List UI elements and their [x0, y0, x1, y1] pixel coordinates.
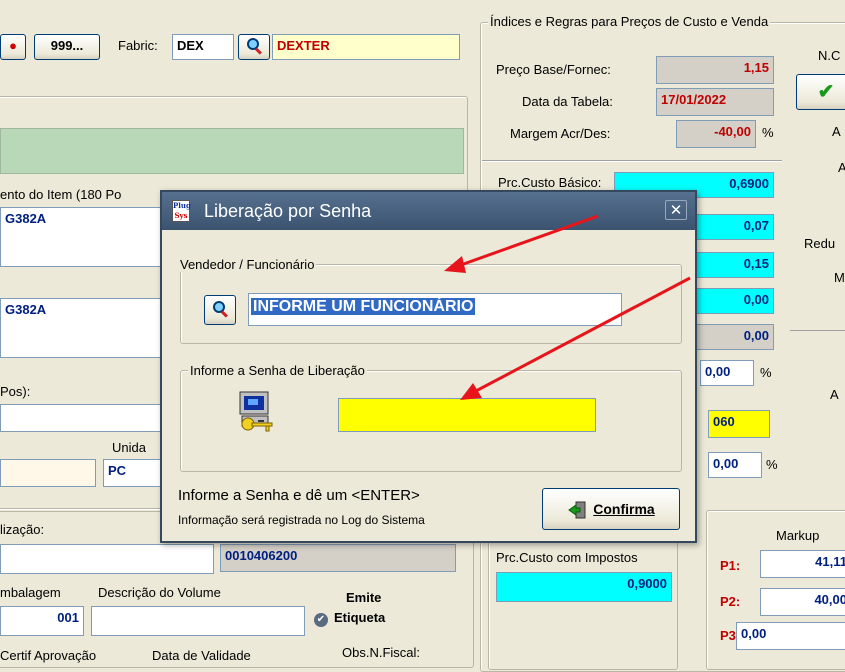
- price-field-4[interactable]: 0,00: [690, 324, 774, 350]
- pos-field[interactable]: [0, 404, 170, 432]
- unidade-field[interactable]: PC: [103, 459, 163, 487]
- volume-description-label: Descrição do Volume: [98, 585, 221, 600]
- volume-description-field[interactable]: [91, 606, 305, 636]
- app-logo: Plug Sys: [172, 200, 191, 222]
- item-code-field-1[interactable]: G382A: [0, 207, 170, 267]
- close-icon: ✕: [669, 201, 683, 219]
- confirm-button-label: Confirma: [593, 501, 655, 517]
- p1-field[interactable]: 41,11: [760, 550, 845, 578]
- fabric-label: Fabric:: [118, 38, 158, 53]
- search-icon: [247, 38, 262, 55]
- right-label-a1: A: [832, 124, 841, 139]
- fabric-search-button[interactable]: [238, 34, 270, 60]
- right-label-a2: A: [838, 160, 845, 175]
- data-tabela-field[interactable]: 17/01/2022: [656, 88, 774, 116]
- p2-label: P2:: [720, 594, 741, 609]
- data-tabela-label: Data da Tabela:: [522, 94, 613, 109]
- margem-field[interactable]: -40,00: [676, 120, 756, 148]
- price-field-3[interactable]: 0,00: [690, 288, 774, 314]
- localizacao-code-field[interactable]: 0010406200: [220, 544, 456, 572]
- enter-hint: Informe a Senha e dê um <ENTER>: [178, 487, 420, 504]
- left-small-field[interactable]: [0, 459, 96, 487]
- price-field-1[interactable]: 0,07: [690, 214, 774, 240]
- localizacao-input[interactable]: [0, 544, 214, 574]
- funcionario-field[interactable]: INFORME UM FUNCIONÁRIO: [248, 293, 622, 326]
- p3-field[interactable]: 0,00: [736, 622, 845, 650]
- confirm-check-button[interactable]: ✔: [796, 74, 845, 110]
- embalagem-field[interactable]: 001: [0, 606, 84, 636]
- unidade-label: Unida: [112, 440, 146, 455]
- price-field-7[interactable]: 0,00: [708, 452, 762, 478]
- lookup-button[interactable]: ●: [0, 34, 26, 60]
- search-icon: [213, 301, 228, 318]
- custo-basico-label: Prc.Custo Básico:: [498, 175, 602, 190]
- description-memo[interactable]: [0, 128, 464, 174]
- price-rules-title: Índices e Regras para Preços de Custo e …: [488, 14, 771, 29]
- funcionario-search-button[interactable]: [204, 295, 236, 325]
- preco-base-label: Preço Base/Fornec:: [496, 62, 611, 77]
- vendedor-group-label: Vendedor / Funcionário: [178, 257, 317, 272]
- fabric-code-field[interactable]: DEX: [172, 34, 234, 60]
- senha-group-label: Informe a Senha de Liberação: [188, 363, 367, 378]
- right-label-m: M: [834, 270, 845, 285]
- emite-label: Emite: [346, 590, 382, 605]
- markup-label: Markup: [776, 528, 820, 543]
- price-field-6[interactable]: 060: [708, 410, 770, 438]
- computer-key-icon: [234, 388, 282, 436]
- dialog-title: Liberação por Senha: [204, 201, 372, 221]
- funcionario-field-value: INFORME UM FUNCIONÁRIO: [251, 298, 476, 315]
- logo-line-1: Plug: [173, 201, 191, 210]
- top-toolbar: ● 999... Fabric: DEX DEXTER: [0, 20, 478, 80]
- item-description-label: ento do Item (180 Po: [0, 187, 122, 202]
- door-exit-icon: [567, 500, 587, 520]
- obs-nfiscal-label: Obs.N.Fiscal:: [342, 645, 421, 660]
- price-field-7-percent: %: [766, 457, 778, 472]
- custo-impostos-label: Prc.Custo com Impostos: [496, 550, 638, 565]
- log-hint: Informação será registrada no Log do Sis…: [178, 513, 425, 527]
- p2-field[interactable]: 40,00: [760, 588, 845, 616]
- code-999-button[interactable]: 999...: [34, 34, 100, 60]
- price-field-5-percent: %: [760, 365, 772, 380]
- senha-input[interactable]: [338, 398, 596, 432]
- localizacao-label: lização:: [0, 522, 45, 537]
- password-release-dialog: Plug Sys Liberação por Senha ✕ Vendedor …: [160, 190, 697, 543]
- check-icon[interactable]: ✔: [314, 613, 328, 627]
- check-icon: ✔: [817, 81, 835, 103]
- dialog-titlebar[interactable]: Plug Sys Liberação por Senha ✕: [162, 192, 695, 230]
- custo-impostos-field[interactable]: 0,9000: [496, 572, 672, 602]
- embalagem-label: mbalagem: [0, 585, 61, 600]
- logo-line-2: Sys: [174, 211, 188, 220]
- preco-base-field[interactable]: 1,15: [656, 56, 774, 84]
- fabric-name-field: DEXTER: [272, 34, 460, 60]
- price-field-5[interactable]: 0,00: [700, 360, 754, 386]
- margem-label: Margem Acr/Des:: [510, 126, 611, 141]
- pos-label: Pos):: [0, 384, 31, 399]
- nc-label: N.C: [818, 48, 841, 63]
- right-divider: [790, 330, 845, 331]
- price-field-2[interactable]: 0,15: [690, 252, 774, 278]
- search-icon: ●: [9, 38, 17, 53]
- price-divider: [482, 160, 782, 162]
- right-label-a4: A: [830, 387, 839, 402]
- confirm-button[interactable]: Confirma: [542, 488, 680, 530]
- margem-percent: %: [762, 125, 774, 140]
- item-code-field-2[interactable]: G382A: [0, 298, 170, 358]
- close-button[interactable]: ✕: [665, 200, 687, 220]
- etiqueta-label: Etiqueta: [334, 610, 386, 625]
- redu-label: Redu: [804, 236, 836, 251]
- p1-label: P1:: [720, 558, 741, 573]
